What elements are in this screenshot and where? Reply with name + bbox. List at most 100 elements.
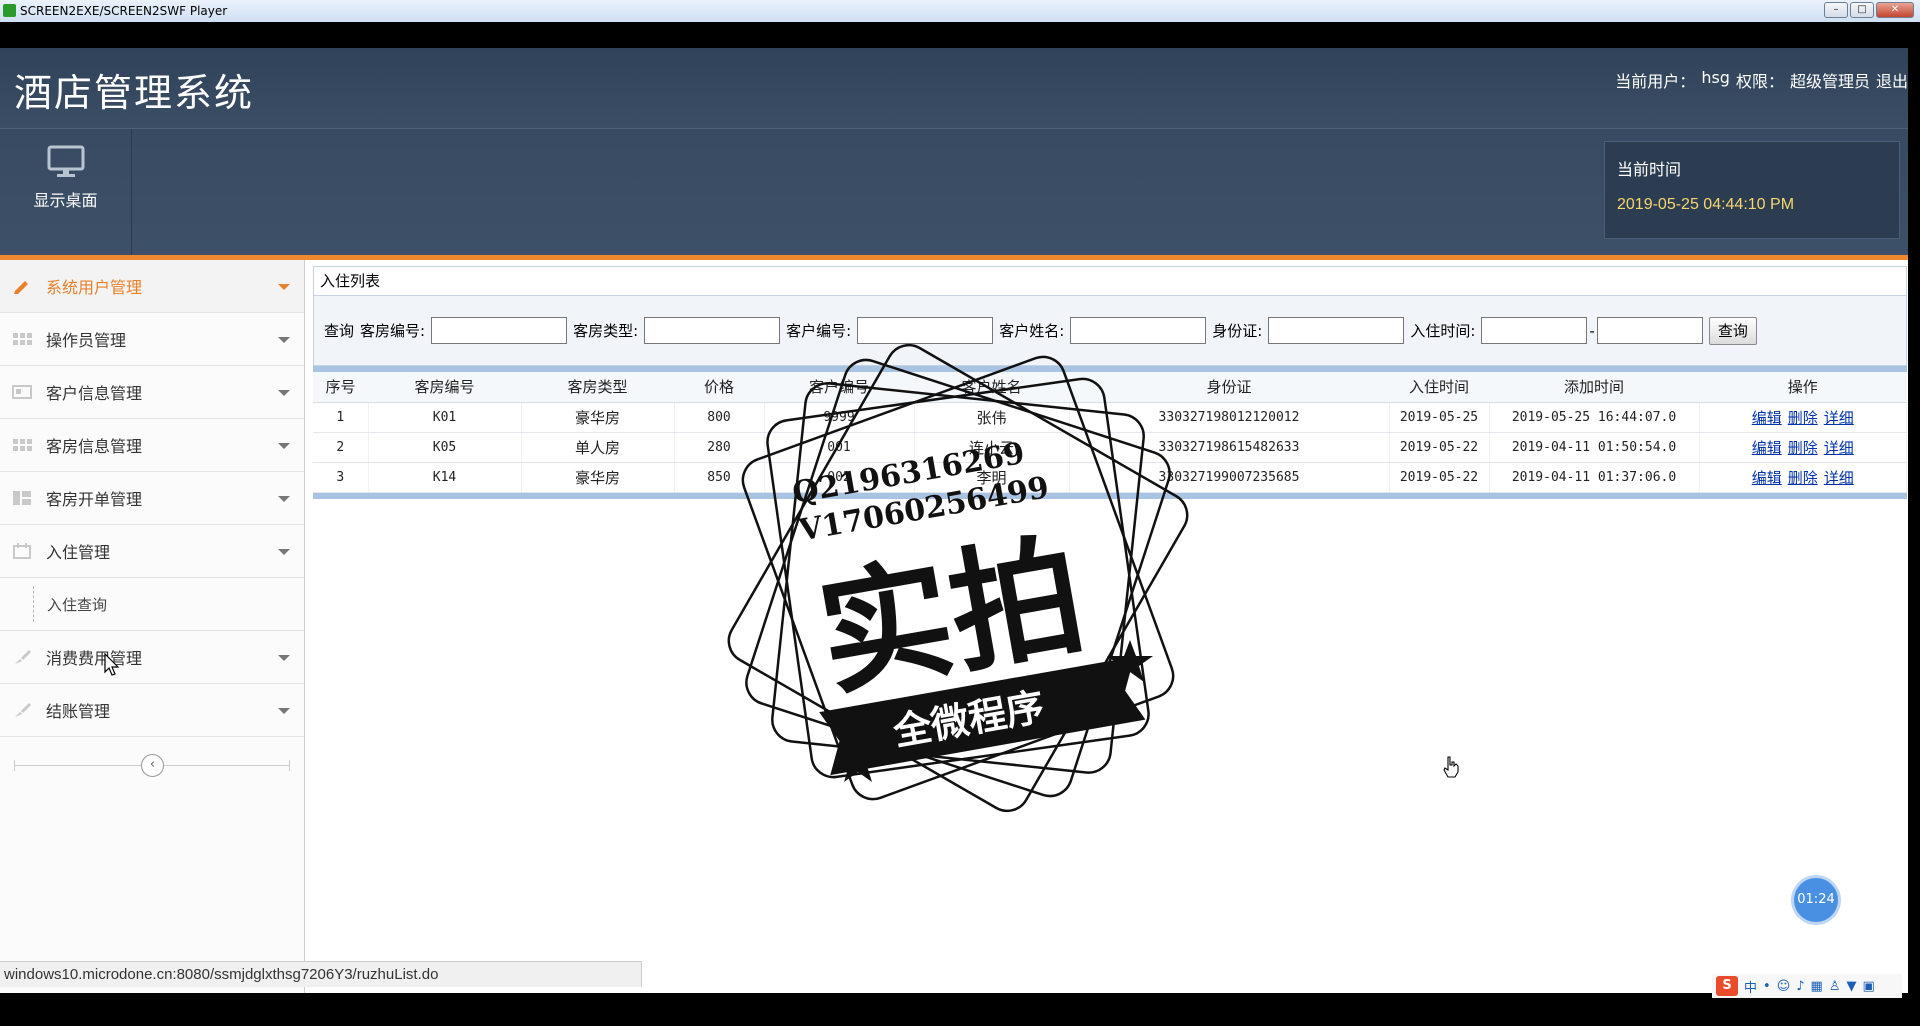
sidebar-item-label: 客房信息管理 <box>46 437 143 456</box>
query-prefix: 查询 <box>324 322 355 340</box>
maximize-button[interactable]: □ <box>1850 2 1874 18</box>
arrow-cursor-icon <box>104 653 120 676</box>
user-info: 当前用户： hsg 权限： 超级管理员 退出 <box>1615 68 1908 92</box>
pencil-icon <box>14 281 28 294</box>
emoji-icon[interactable]: ☺ <box>1777 979 1791 994</box>
cell-customer-name: 李明 <box>914 462 1070 493</box>
cell-room-type: 豪华房 <box>521 402 675 433</box>
table-row: 3 K14 豪华房 850 002 李明 330327199007235685 … <box>313 462 1907 493</box>
checkin-end-input[interactable] <box>1596 317 1703 344</box>
ime-language-toggle[interactable]: 中 <box>1744 977 1757 996</box>
query-button[interactable]: 查询 <box>1708 316 1757 345</box>
delete-link[interactable]: 删除 <box>1788 469 1818 487</box>
show-desktop-button[interactable]: 显示桌面 <box>0 129 132 256</box>
table-row: 2 K05 单人房 280 001 连小云 330327198615482633… <box>313 432 1907 463</box>
checkin-start-input[interactable] <box>1481 317 1588 344</box>
col-header: 客房类型 <box>521 372 674 403</box>
customer-name-label: 客户姓名: <box>999 322 1065 340</box>
cell-checkin: 2019-05-22 <box>1389 432 1490 463</box>
permission-value: 超级管理员 <box>1789 72 1870 91</box>
chevron-down-icon <box>278 549 290 555</box>
sidebar-item-label: 操作员管理 <box>46 331 127 350</box>
app-header: 酒店管理系统 当前用户： hsg 权限： 超级管理员 退出 显示桌面 当前时间 … <box>0 48 1908 256</box>
sidebar-item-customer-info[interactable]: 客户信息管理 <box>0 366 304 419</box>
keyboard-icon[interactable]: ▦ <box>1811 979 1823 994</box>
customer-no-label: 客户编号: <box>786 322 852 340</box>
minimize-button[interactable]: – <box>1824 2 1848 18</box>
edit-link[interactable]: 编辑 <box>1752 469 1782 487</box>
detail-link[interactable]: 详细 <box>1824 409 1854 427</box>
chevron-down-icon <box>278 708 290 714</box>
sidebar-subitem-checkin-query[interactable]: 入住查询 <box>0 578 304 631</box>
sidebar-item-room-info[interactable]: 客房信息管理 <box>0 419 304 472</box>
id-card-input[interactable] <box>1268 317 1405 344</box>
brush-icon <box>15 650 31 664</box>
detail-link[interactable]: 详细 <box>1824 469 1854 487</box>
toolbox-icon[interactable]: ▣ <box>1863 979 1875 994</box>
sidebar-item-label: 客房开单管理 <box>46 490 143 509</box>
room-no-label: 客房编号: <box>360 322 426 340</box>
cell-added: 2019-04-11 01:50:54.0 <box>1489 432 1700 463</box>
cell-no: 3 <box>313 462 369 493</box>
edit-link[interactable]: 编辑 <box>1752 439 1782 457</box>
cell-actions: 编辑 删除 详细 <box>1699 402 1907 433</box>
edit-link[interactable]: 编辑 <box>1752 409 1782 427</box>
room-type-input[interactable] <box>644 317 781 344</box>
sidebar-item-checkout[interactable]: 结账管理 <box>0 684 304 737</box>
range-dash: - <box>1589 321 1595 340</box>
cell-checkin: 2019-05-25 <box>1389 402 1490 433</box>
col-header: 价格 <box>674 372 764 403</box>
chevron-down-icon <box>278 284 290 290</box>
col-header: 身份证 <box>1069 372 1389 403</box>
current-user: hsg <box>1701 68 1730 87</box>
sogou-logo-icon[interactable]: S <box>1716 976 1738 996</box>
table-row: 1 K01 豪华房 800 9999 张伟 330327198012120012… <box>313 402 1907 433</box>
current-time-value: 2019-05-25 04:44:10 PM <box>1617 196 1795 213</box>
room-type-label: 客房类型: <box>573 322 639 340</box>
microphone-icon[interactable]: ♪ <box>1796 979 1804 994</box>
sidebar-item-operators[interactable]: 操作员管理 <box>0 313 304 366</box>
current-time-box: 当前时间 2019-05-25 04:44:10 PM <box>1604 141 1900 239</box>
cell-no: 2 <box>313 432 369 463</box>
user-icon[interactable]: ♙ <box>1829 979 1841 994</box>
player-app-icon <box>3 4 16 17</box>
sidebar-item-system-users[interactable]: 系统用户管理 <box>0 260 304 313</box>
chevron-down-icon <box>278 443 290 449</box>
cell-id-card: 330327199007235685 <box>1069 462 1390 493</box>
col-header: 序号 <box>313 372 368 403</box>
cell-actions: 编辑 删除 详细 <box>1699 432 1907 463</box>
sidebar-item-checkin[interactable]: 入住管理 <box>0 525 304 578</box>
delete-link[interactable]: 删除 <box>1788 439 1818 457</box>
cell-room-no: K14 <box>368 462 522 493</box>
chevron-down-icon <box>278 496 290 502</box>
status-bar-url: windows10.microdone.cn:8080/ssmjdglxthsg… <box>0 961 642 987</box>
sidebar-item-label: 结账管理 <box>46 702 111 721</box>
close-button[interactable]: ✕ <box>1876 2 1914 18</box>
delete-link[interactable]: 删除 <box>1788 409 1818 427</box>
sidebar-item-label: 客户信息管理 <box>46 384 143 403</box>
cell-customer-no: 9999 <box>764 402 915 433</box>
watermark-big-text: 实拍 <box>808 518 1095 716</box>
player-bottom-bar <box>0 998 1920 1026</box>
logout-link[interactable]: 退出 <box>1876 68 1908 92</box>
cell-price: 850 <box>674 462 765 493</box>
main-panel: 入住列表 查询 客房编号: 客房类型: 客户编号: 客户姓名: 身份证: 入住时… <box>313 266 1907 546</box>
sidebar-item-consumption[interactable]: 消费费用管理 <box>0 631 304 684</box>
col-header: 客房编号 <box>368 372 521 403</box>
skin-icon[interactable]: ▼ <box>1847 979 1857 994</box>
sidebar-collapse-button[interactable]: ‹ <box>141 754 164 777</box>
chevron-down-icon <box>278 390 290 396</box>
chevron-down-icon <box>278 655 290 661</box>
customer-name-input[interactable] <box>1070 317 1207 344</box>
cell-room-no: K05 <box>368 432 522 463</box>
player-title: SCREEN2EXE/SCREEN2SWF Player <box>20 4 228 18</box>
room-no-input[interactable] <box>431 317 568 344</box>
customer-no-input[interactable] <box>857 317 994 344</box>
cell-room-type: 豪华房 <box>521 462 675 493</box>
punctuation-icon[interactable]: • <box>1763 979 1771 994</box>
cell-customer-name: 张伟 <box>914 402 1070 433</box>
sidebar-item-room-billing[interactable]: 客房开单管理 <box>0 472 304 525</box>
col-header: 入住时间 <box>1389 372 1489 403</box>
window-controls: – □ ✕ <box>1824 2 1914 18</box>
detail-link[interactable]: 详细 <box>1824 439 1854 457</box>
